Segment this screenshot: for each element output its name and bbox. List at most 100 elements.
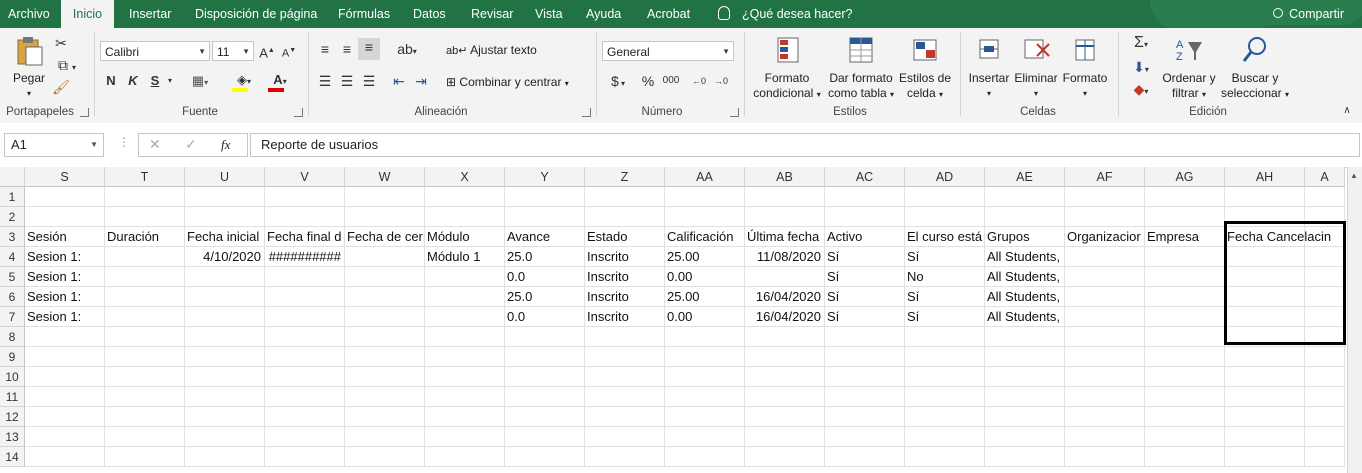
cell-u6[interactable] [185, 287, 265, 307]
cell-af7[interactable] [1065, 307, 1145, 327]
percent-button[interactable]: % [640, 72, 656, 90]
cell-t4[interactable] [105, 247, 185, 267]
tab-archivo[interactable]: Archivo [8, 0, 50, 28]
cell-z12[interactable] [585, 407, 665, 427]
cell-af12[interactable] [1065, 407, 1145, 427]
cell-u2[interactable] [185, 207, 265, 227]
cell-s10[interactable] [25, 367, 105, 387]
cell-s13[interactable] [25, 427, 105, 447]
font-size-combo[interactable]: 11 ▼ [212, 41, 254, 61]
cell-u9[interactable] [185, 347, 265, 367]
cell-ag10[interactable] [1145, 367, 1225, 387]
cell-af11[interactable] [1065, 387, 1145, 407]
cell-v14[interactable] [265, 447, 345, 467]
cell-t6[interactable] [105, 287, 185, 307]
column-header-ad[interactable]: AD [905, 167, 985, 187]
cell-a9[interactable] [1305, 347, 1345, 367]
share-button[interactable]: Compartir [1273, 0, 1344, 28]
cell-ah7[interactable] [1225, 307, 1305, 327]
cell-u14[interactable] [185, 447, 265, 467]
cell-ad3[interactable]: El curso está [905, 227, 985, 247]
chevron-down-icon[interactable]: ▾ [164, 72, 176, 90]
cell-t5[interactable] [105, 267, 185, 287]
cell-aa9[interactable] [665, 347, 745, 367]
insert-cells-button[interactable]: Insertar ▾ [966, 34, 1012, 101]
cell-ah3[interactable]: Fecha Cancelacin [1225, 227, 1331, 247]
cell-y11[interactable] [505, 387, 585, 407]
cell-x9[interactable] [425, 347, 505, 367]
cell-af8[interactable] [1065, 327, 1145, 347]
cell-ae6[interactable]: All Students, [985, 287, 1065, 307]
cell-v7[interactable] [265, 307, 345, 327]
cell-ad14[interactable] [905, 447, 985, 467]
cell-v13[interactable] [265, 427, 345, 447]
column-header-ah[interactable]: AH [1225, 167, 1305, 187]
cell-ac1[interactable] [825, 187, 905, 207]
cell-a5[interactable] [1305, 267, 1345, 287]
cell-w4[interactable] [345, 247, 425, 267]
scroll-up-icon[interactable]: ▲ [1350, 171, 1358, 180]
alignment-launcher-icon[interactable] [582, 108, 591, 117]
cell-ac11[interactable] [825, 387, 905, 407]
orientation-icon[interactable]: ab▾ [392, 40, 422, 61]
cell-w10[interactable] [345, 367, 425, 387]
cell-aa10[interactable] [665, 367, 745, 387]
cell-ae12[interactable] [985, 407, 1065, 427]
delete-cells-button[interactable]: Eliminar ▾ [1012, 34, 1060, 101]
row-header-2[interactable]: 2 [0, 207, 25, 227]
increase-decimal-icon[interactable]: ←0 [690, 72, 708, 90]
conditional-format-button[interactable]: Formato condicional ▾ [750, 34, 824, 102]
cell-ag4[interactable] [1145, 247, 1225, 267]
cell-ae2[interactable] [985, 207, 1065, 227]
cell-w2[interactable] [345, 207, 425, 227]
column-header-s[interactable]: S [25, 167, 105, 187]
number-format-combo[interactable]: General ▼ [602, 41, 734, 61]
row-header-3[interactable]: 3 [0, 227, 25, 247]
cell-aa14[interactable] [665, 447, 745, 467]
cell-af6[interactable] [1065, 287, 1145, 307]
cell-x11[interactable] [425, 387, 505, 407]
cell-af10[interactable] [1065, 367, 1145, 387]
thousands-button[interactable]: 000 [660, 72, 682, 90]
cell-t7[interactable] [105, 307, 185, 327]
cell-ah2[interactable] [1225, 207, 1305, 227]
cell-ag13[interactable] [1145, 427, 1225, 447]
cell-t8[interactable] [105, 327, 185, 347]
cell-ae3[interactable]: Grupos [985, 227, 1065, 247]
font-name-combo[interactable]: Calibri ▼ [100, 41, 210, 61]
cell-ag2[interactable] [1145, 207, 1225, 227]
cell-aa11[interactable] [665, 387, 745, 407]
cell-ad4[interactable]: Sí [905, 247, 985, 267]
cell-t2[interactable] [105, 207, 185, 227]
cell-z3[interactable]: Estado [585, 227, 665, 247]
cell-z13[interactable] [585, 427, 665, 447]
cell-v9[interactable] [265, 347, 345, 367]
cell-ah9[interactable] [1225, 347, 1305, 367]
align-right-icon[interactable]: ☰ [360, 72, 378, 90]
clear-icon[interactable]: ◆▾ [1126, 80, 1156, 101]
cell-t13[interactable] [105, 427, 185, 447]
cell-u8[interactable] [185, 327, 265, 347]
sort-filter-button[interactable]: AZ Ordenar y filtrar ▾ [1158, 34, 1220, 102]
cell-x13[interactable] [425, 427, 505, 447]
tab-acrobat[interactable]: Acrobat [647, 0, 690, 28]
cell-y14[interactable] [505, 447, 585, 467]
cell-ac6[interactable]: Sí [825, 287, 905, 307]
borders-icon[interactable]: ▦▾ [188, 72, 212, 92]
row-header-7[interactable]: 7 [0, 307, 25, 327]
cell-ab14[interactable] [745, 447, 825, 467]
cell-ac13[interactable] [825, 427, 905, 447]
cell-ab11[interactable] [745, 387, 825, 407]
cell-ab1[interactable] [745, 187, 825, 207]
cell-ah10[interactable] [1225, 367, 1305, 387]
cell-aa13[interactable] [665, 427, 745, 447]
cell-af5[interactable] [1065, 267, 1145, 287]
increase-indent-icon[interactable]: ⇥ [412, 72, 430, 90]
cell-aa6[interactable]: 25.00 [665, 287, 745, 307]
cell-t3[interactable]: Duración [105, 227, 185, 247]
column-header-ac[interactable]: AC [825, 167, 905, 187]
cell-v5[interactable] [265, 267, 345, 287]
cell-ag8[interactable] [1145, 327, 1225, 347]
cell-ah8[interactable] [1225, 327, 1305, 347]
cell-ag1[interactable] [1145, 187, 1225, 207]
